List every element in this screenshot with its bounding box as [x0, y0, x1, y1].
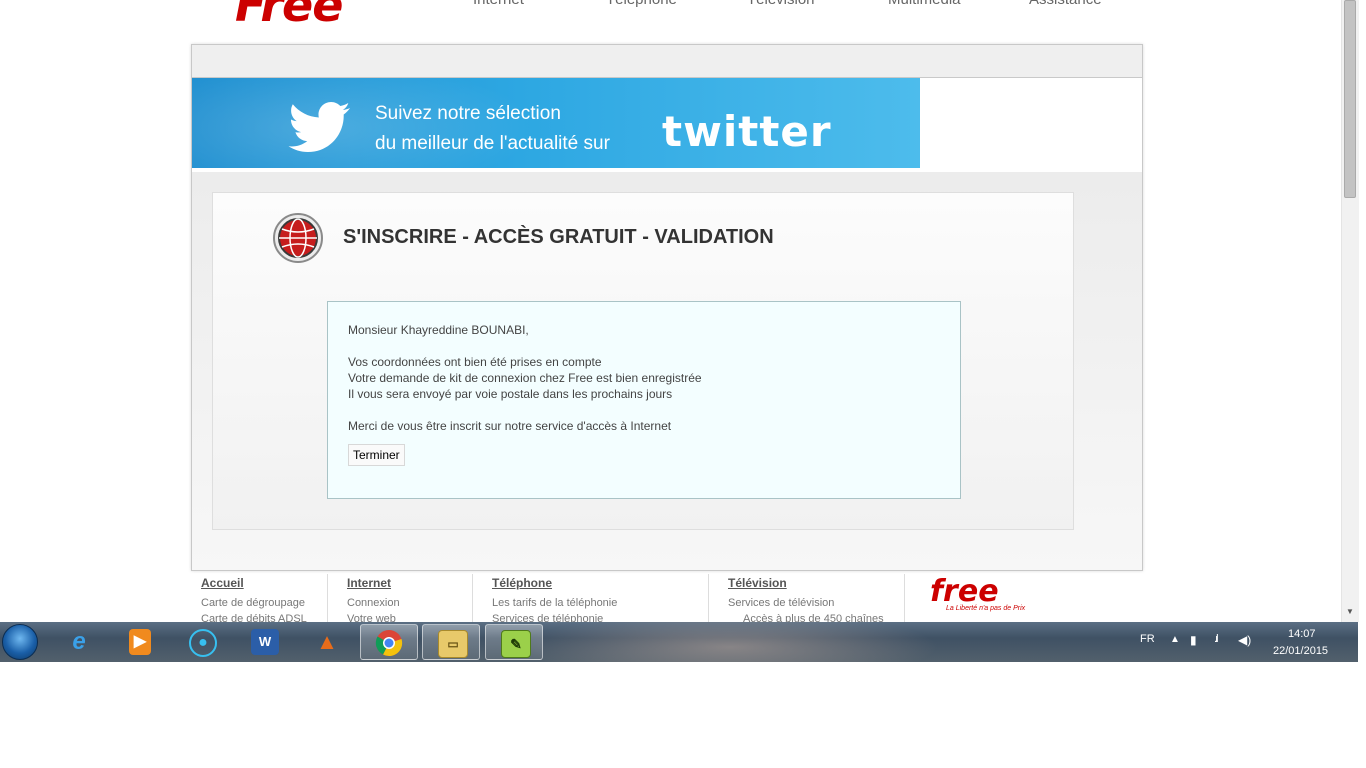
banner-text-line2: du meilleur de l'actualité sur	[375, 133, 610, 154]
validation-card: S'INSCRIRE - ACCÈS GRATUIT - VALIDATION …	[212, 192, 1074, 530]
footer-link[interactable]: Services de télévision	[728, 597, 884, 609]
main-frame: Suivez notre sélection du meilleur de l'…	[191, 44, 1143, 571]
power-icon[interactable]: ▮	[1190, 633, 1197, 647]
footer-link[interactable]: Carte de débits ADSL	[201, 613, 307, 622]
footer-link[interactable]: Services de téléphonie	[492, 613, 617, 622]
taskbar-word[interactable]: W	[236, 624, 294, 660]
thanks-text: Merci de vous être inscrit sur notre ser…	[348, 419, 672, 433]
network-signal-icon[interactable]: .ıl	[1214, 633, 1218, 645]
message-line-1: Vos coordonnées ont bien été prises en c…	[348, 355, 602, 369]
greeting-text: Monsieur Khayreddine BOUNABI,	[348, 323, 529, 337]
nav-internet[interactable]: Internet	[473, 0, 524, 8]
tray-show-hidden-icon[interactable]: ▲	[1170, 634, 1180, 645]
media-player-icon: ▶	[129, 629, 151, 655]
clock-time[interactable]: 14:07	[1288, 628, 1316, 640]
footer-link[interactable]: Connexion	[347, 597, 400, 609]
nav-assistance[interactable]: Assistance	[1029, 0, 1102, 8]
scroll-down-arrow-icon[interactable]: ▼	[1346, 607, 1354, 616]
twitter-banner[interactable]: Suivez notre sélection du meilleur de l'…	[192, 78, 920, 168]
taskbar-media-player[interactable]: ▶	[111, 624, 169, 660]
start-orb[interactable]	[2, 624, 38, 660]
globe-icon	[273, 213, 323, 263]
taskbar-chrome[interactable]	[360, 624, 418, 660]
footer-column-telephone: Téléphone Les tarifs de la téléphonie Se…	[492, 576, 617, 622]
volume-icon[interactable]: ◀)	[1238, 633, 1251, 647]
vertical-scrollbar[interactable]: ▼	[1341, 0, 1359, 622]
windows-taskbar: e ▶ ● W ▲ ▭ ✎ FR ▲ ▮ .ıl ◀) 14:07 22/01/…	[0, 622, 1358, 662]
twitter-wordmark: twitter	[662, 107, 832, 156]
confirmation-message-box: Monsieur Khayreddine BOUNABI, Vos coordo…	[327, 301, 961, 499]
word-icon: W	[251, 629, 279, 655]
internet-explorer-icon: e	[72, 628, 86, 655]
footer-column-television: Télévision Services de télévision Accès …	[728, 576, 884, 622]
footer-link[interactable]: Carte de dégroupage	[201, 597, 307, 609]
footer-heading-internet[interactable]: Internet	[347, 576, 400, 590]
banner-text-line1: Suivez notre sélection	[375, 103, 561, 124]
message-line-3: Il vous sera envoyé par voie postale dan…	[348, 387, 673, 401]
text-editor-icon: ✎	[501, 630, 531, 658]
clock-date[interactable]: 22/01/2015	[1273, 645, 1328, 657]
footer-column-accueil: Accueil Carte de dégroupage Carte de déb…	[201, 576, 307, 622]
nav-multimedia[interactable]: Multimédia	[888, 0, 961, 8]
language-indicator[interactable]: FR	[1140, 633, 1155, 645]
terminer-button[interactable]: Terminer	[348, 444, 405, 466]
file-explorer-icon: ▭	[438, 630, 468, 658]
footer-link[interactable]: Votre web	[347, 613, 400, 622]
free-logo[interactable]: Free	[235, 0, 343, 32]
frame-header-bar	[192, 45, 1142, 78]
footer-tagline: La Liberté n'a pas de Prix	[946, 605, 1026, 612]
empty-area	[0, 662, 1366, 768]
taskbar-matlab[interactable]: ▲	[298, 624, 356, 660]
chrome-icon	[375, 630, 403, 657]
scrollbar-thumb[interactable]	[1344, 0, 1356, 198]
nav-telephone[interactable]: Téléphone	[606, 0, 677, 8]
banner-area: Suivez notre sélection du meilleur de l'…	[192, 78, 1142, 172]
footer-link[interactable]: Accès à plus de 450 chaînes	[728, 613, 884, 622]
taskbar-file-explorer[interactable]: ▭	[422, 624, 480, 660]
taskbar-internet-explorer[interactable]: e	[50, 624, 108, 660]
message-line-2: Votre demande de kit de connexion chez F…	[348, 371, 702, 385]
footer-link[interactable]: Les tarifs de la téléphonie	[492, 597, 617, 609]
nav-television[interactable]: Télévision	[747, 0, 815, 8]
footer-free-logo[interactable]: free	[930, 577, 999, 607]
page-title: S'INSCRIRE - ACCÈS GRATUIT - VALIDATION	[343, 226, 774, 248]
footer-heading-accueil[interactable]: Accueil	[201, 576, 307, 590]
footer-heading-telephone[interactable]: Téléphone	[492, 576, 617, 590]
matlab-icon: ▲	[316, 629, 338, 654]
twitter-bird-icon	[288, 102, 350, 152]
browser-viewport: Free Internet Téléphone Télévision Multi…	[0, 0, 1341, 622]
taskbar-text-editor[interactable]: ✎	[485, 624, 543, 660]
footer-heading-television[interactable]: Télévision	[728, 576, 884, 590]
taskbar-video-editor[interactable]: ●	[174, 624, 232, 660]
footer-column-internet: Internet Connexion Votre web	[347, 576, 400, 622]
video-editor-icon: ●	[189, 629, 217, 657]
